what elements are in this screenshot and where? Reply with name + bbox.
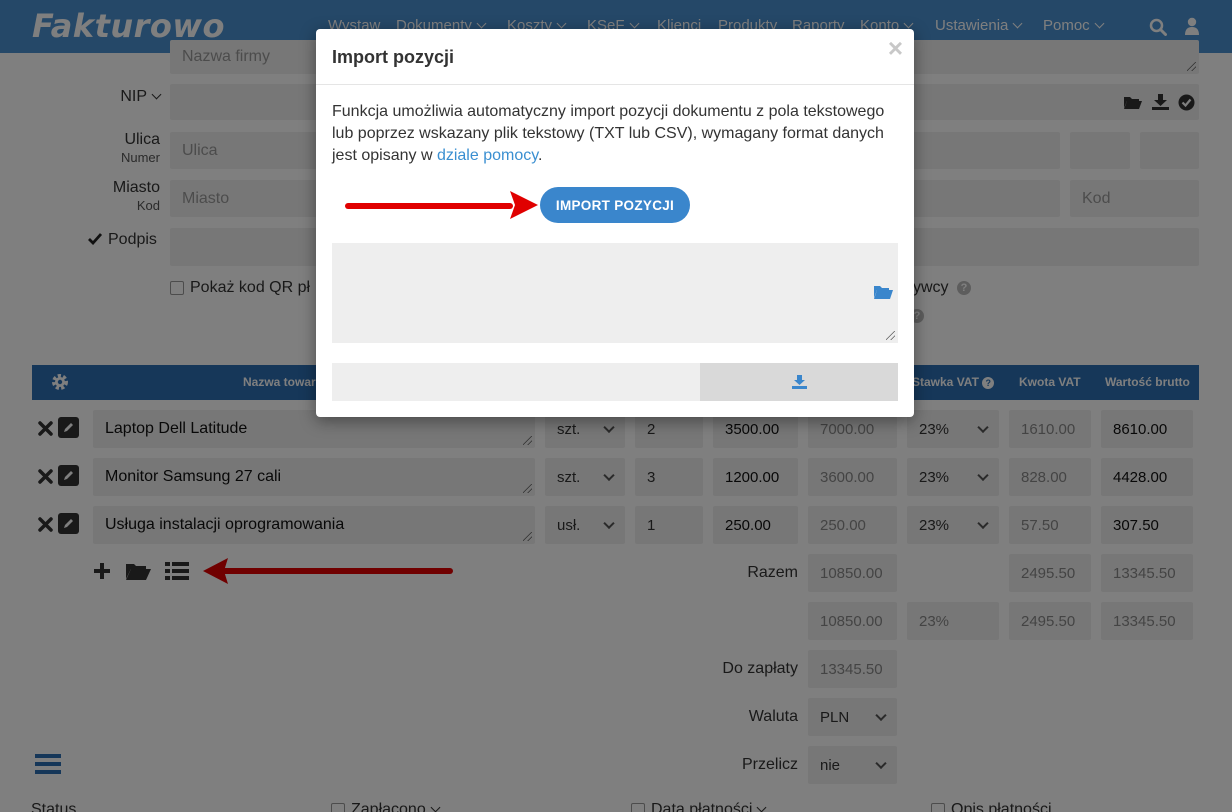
folder-open-icon[interactable] bbox=[872, 283, 894, 301]
dialog-divider bbox=[316, 84, 914, 85]
import-button[interactable]: IMPORT POZYCJI bbox=[540, 187, 690, 223]
close-icon[interactable]: × bbox=[888, 35, 903, 61]
download-icon bbox=[791, 375, 807, 389]
description-text: Funkcja umożliwia automatyczny import po… bbox=[332, 103, 885, 164]
import-dialog: Import pozycji × Funkcja umożliwia autom… bbox=[316, 29, 914, 417]
description-end: . bbox=[538, 147, 543, 164]
help-link[interactable]: dziale pomocy bbox=[437, 147, 538, 164]
import-textarea[interactable] bbox=[332, 243, 898, 343]
resize-handle[interactable] bbox=[886, 331, 895, 340]
annotation-arrow bbox=[345, 191, 538, 219]
download-button[interactable] bbox=[700, 363, 898, 401]
file-name-bar bbox=[332, 363, 700, 401]
dialog-title: Import pozycji bbox=[332, 47, 455, 67]
dialog-description: Funkcja umożliwia automatyczny import po… bbox=[332, 101, 898, 167]
